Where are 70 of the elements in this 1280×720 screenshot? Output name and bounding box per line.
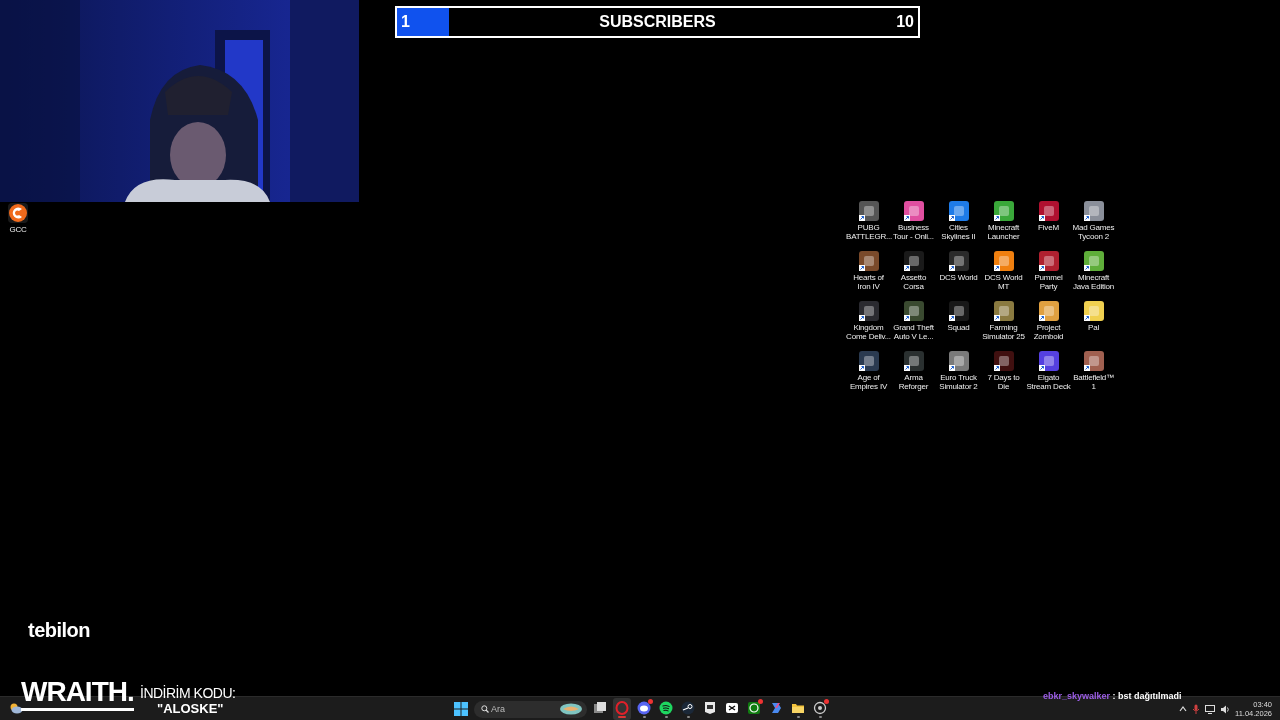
icon-label: Kingdom Come Deliv... <box>846 323 891 341</box>
monitor-icon[interactable] <box>1205 704 1215 714</box>
app-icon[interactable] <box>902 200 925 222</box>
icon-label: DCS World <box>938 273 979 282</box>
icon-label: Minecraft Java Edition <box>1071 273 1116 291</box>
aperture-icon[interactable] <box>813 700 827 715</box>
icon-label: Assetto Corsa <box>899 273 928 291</box>
goal-text: 10 <box>896 13 914 31</box>
app-icon[interactable] <box>947 200 970 222</box>
app-icon[interactable] <box>947 250 970 272</box>
app-icon[interactable] <box>857 300 880 322</box>
icon-label: Minecraft Launcher <box>986 223 1021 241</box>
icon-label: Grand Theft Auto V Le... <box>892 323 935 341</box>
task-view-icon[interactable] <box>593 700 607 715</box>
app-icon[interactable] <box>1082 300 1105 322</box>
app-icon[interactable] <box>857 350 880 372</box>
app-icon[interactable] <box>902 300 925 322</box>
app-icon[interactable] <box>1037 250 1060 272</box>
app-icon[interactable] <box>992 250 1015 272</box>
app-icon[interactable] <box>902 350 925 372</box>
icon-label: Euro Truck Simulator 2 <box>938 373 979 391</box>
app-icon[interactable] <box>947 350 970 372</box>
ring-icon[interactable] <box>615 700 629 715</box>
icon-label: Pal <box>1087 323 1100 332</box>
count-text: 1 <box>401 13 410 31</box>
app-icon[interactable] <box>1082 250 1105 272</box>
start-icon[interactable] <box>454 702 468 716</box>
app-icon[interactable] <box>902 250 925 272</box>
goal-title: SUBSCRIBERS <box>599 13 716 31</box>
icon-label: Cities Skylines II <box>940 223 977 241</box>
app-icon[interactable] <box>947 300 970 322</box>
app-icon[interactable] <box>7 202 29 224</box>
app-icon[interactable] <box>1037 300 1060 322</box>
app-icon[interactable] <box>992 200 1015 222</box>
app-icon[interactable] <box>857 200 880 222</box>
brand-logo: WRAITH. <box>21 677 134 711</box>
icon-label: Elgato Stream Deck <box>1026 373 1071 391</box>
icon-label: Project Zomboid <box>1032 323 1065 341</box>
app-icon[interactable] <box>992 350 1015 372</box>
app-icon[interactable] <box>1082 350 1105 372</box>
icon-label: 7 Days to Die <box>986 373 1021 391</box>
weather-icon[interactable] <box>9 702 23 714</box>
icon-label: Hearts of Iron IV <box>852 273 885 291</box>
icon-label: Farming Simulator 25 <box>981 323 1026 341</box>
chat-message: ebkr_skywalker : bst dağıtılmadi <box>1043 690 1182 703</box>
app-icon[interactable] <box>1082 200 1105 222</box>
music-icon[interactable] <box>659 700 673 715</box>
app-icon[interactable] <box>1037 200 1060 222</box>
icon-label: Mad Games Tycoon 2 <box>1071 223 1116 241</box>
icon-label: Battlefield™ 1 <box>1072 373 1115 391</box>
icon-label: Age of Empires IV <box>848 373 889 391</box>
icon-label: PUBG BATTLEGR... <box>846 223 891 241</box>
search-icon <box>481 705 489 713</box>
app-icon[interactable] <box>857 250 880 272</box>
icon-label: GCC <box>8 225 28 234</box>
icon-label: Squad <box>946 323 971 332</box>
icon-label: Arma Reforger <box>897 373 930 391</box>
microphone-icon[interactable] <box>1192 704 1200 714</box>
app-icon[interactable] <box>1037 350 1060 372</box>
discount-code: "ALOSKE" <box>157 700 224 718</box>
icon-label: Business Tour - Onli... <box>892 223 935 241</box>
chevron-icon[interactable] <box>1179 705 1187 713</box>
icon-label: FiveM <box>1037 223 1060 232</box>
discount-label: İNDİRİM KODU: <box>140 684 236 703</box>
brand-logo: tebilon <box>28 618 91 643</box>
icon-label: Pummel Party <box>1033 273 1064 291</box>
chat-bubble-icon[interactable] <box>637 700 651 715</box>
app-icon[interactable] <box>992 300 1015 322</box>
icon-label: DCS World MT <box>983 273 1024 291</box>
speaker-icon[interactable] <box>1220 704 1230 714</box>
